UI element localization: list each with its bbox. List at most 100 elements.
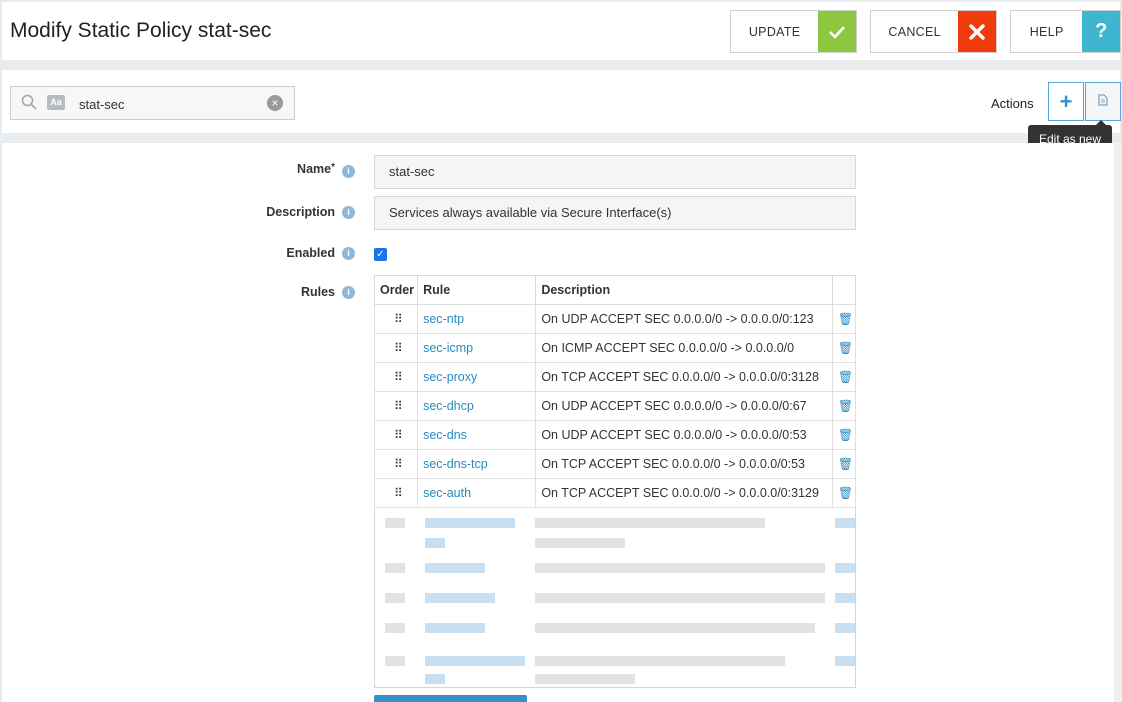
rule-description: On TCP ACCEPT SEC 0.0.0.0/0 -> 0.0.0.0/0… xyxy=(535,449,833,479)
obscured-rows xyxy=(374,508,856,688)
rule-description: On UDP ACCEPT SEC 0.0.0.0/0 -> 0.0.0.0/0… xyxy=(535,391,833,421)
actions-label: Actions xyxy=(991,96,1034,111)
info-icon[interactable]: i xyxy=(342,286,355,299)
enabled-row: Enabled i xyxy=(2,246,362,266)
edit-as-new-button[interactable] xyxy=(1085,82,1121,121)
table-row: ⠿ sec-ntp On UDP ACCEPT SEC 0.0.0.0/0 ->… xyxy=(373,304,857,334)
obscured-block xyxy=(535,623,815,633)
obscured-block xyxy=(535,518,765,528)
obscured-block xyxy=(425,518,515,528)
rule-link[interactable]: sec-dns-tcp xyxy=(423,457,488,471)
name-field[interactable]: stat-sec xyxy=(374,155,856,189)
column-header-rule[interactable]: Rule xyxy=(417,275,537,305)
rule-link[interactable]: sec-auth xyxy=(423,486,471,500)
rule-description: On ICMP ACCEPT SEC 0.0.0.0/0 -> 0.0.0.0/… xyxy=(535,333,833,363)
drag-handle-icon[interactable]: ⠿ xyxy=(394,313,404,325)
rule-description: On TCP ACCEPT SEC 0.0.0.0/0 -> 0.0.0.0/0… xyxy=(535,478,833,508)
rule-link[interactable]: sec-icmp xyxy=(423,341,473,355)
column-header-description[interactable]: Description xyxy=(535,275,833,305)
info-icon[interactable]: i xyxy=(342,247,355,260)
rule-link[interactable]: sec-ntp xyxy=(423,312,464,326)
match-case-toggle[interactable]: Aa xyxy=(47,95,65,110)
obscured-block xyxy=(835,563,855,573)
page-header: Modify Static Policy stat-sec UPDATE CAN… xyxy=(2,2,1121,60)
drag-handle-icon[interactable]: ⠿ xyxy=(394,342,404,354)
table-row: ⠿ sec-dns On UDP ACCEPT SEC 0.0.0.0/0 ->… xyxy=(373,420,857,450)
update-button[interactable]: UPDATE xyxy=(730,10,857,53)
help-button[interactable]: HELP ? xyxy=(1010,10,1121,53)
toolbar: Aa × Actions + xyxy=(2,70,1121,133)
add-button[interactable]: + xyxy=(1048,82,1084,121)
search-box: Aa × xyxy=(10,86,295,120)
name-row: Name* i xyxy=(2,162,362,182)
description-label: Description xyxy=(266,205,335,219)
obscured-block xyxy=(385,593,405,603)
trash-icon[interactable]: 🗑 xyxy=(838,341,853,355)
search-icon xyxy=(21,94,37,110)
obscured-block xyxy=(535,674,635,684)
description-row: Description i xyxy=(2,205,362,225)
rule-description: On UDP ACCEPT SEC 0.0.0.0/0 -> 0.0.0.0/0… xyxy=(535,420,833,450)
drag-handle-icon[interactable]: ⠿ xyxy=(394,487,404,499)
obscured-block xyxy=(835,593,855,603)
trash-icon[interactable]: 🗑 xyxy=(838,312,853,326)
table-row: ⠿ sec-dns-tcp On TCP ACCEPT SEC 0.0.0.0/… xyxy=(373,449,857,479)
enabled-label: Enabled xyxy=(286,246,335,260)
info-icon[interactable]: i xyxy=(342,206,355,219)
cancel-button[interactable]: CANCEL xyxy=(870,10,997,53)
table-row: ⠿ sec-icmp On ICMP ACCEPT SEC 0.0.0.0/0 … xyxy=(373,333,857,363)
enabled-checkbox[interactable]: ✓ xyxy=(374,248,387,261)
drag-handle-icon[interactable]: ⠿ xyxy=(394,400,404,412)
rule-description: On UDP ACCEPT SEC 0.0.0.0/0 -> 0.0.0.0/0… xyxy=(535,304,833,334)
scrollbar[interactable] xyxy=(1114,143,1122,702)
rule-link[interactable]: sec-proxy xyxy=(423,370,477,384)
obscured-block xyxy=(425,656,525,666)
rules-table: Order Rule Description ⠿ sec-ntp On UDP … xyxy=(373,275,857,508)
name-label: Name* xyxy=(2,162,335,176)
rule-link[interactable]: sec-dns xyxy=(423,428,467,442)
info-icon[interactable]: i xyxy=(342,165,355,178)
update-button-label: UPDATE xyxy=(748,24,801,39)
rules-row: Rules i xyxy=(2,285,362,305)
obscured-block xyxy=(385,656,405,666)
cancel-button-label: CANCEL xyxy=(888,24,941,39)
search-input[interactable] xyxy=(73,93,253,115)
help-button-label: HELP xyxy=(1029,24,1064,39)
rules-label: Rules xyxy=(300,285,335,299)
page-title: Modify Static Policy stat-sec xyxy=(10,19,272,42)
table-header-row: Order Rule Description xyxy=(373,275,857,305)
trash-icon[interactable]: 🗑 xyxy=(838,370,853,384)
obscured-block xyxy=(425,674,445,684)
obscured-block xyxy=(425,563,485,573)
column-header-actions xyxy=(831,275,857,305)
obscured-block xyxy=(385,623,405,633)
required-marker: * xyxy=(331,162,335,173)
clear-search-icon[interactable]: × xyxy=(267,95,283,111)
obscured-block xyxy=(385,563,405,573)
trash-icon[interactable]: 🗑 xyxy=(838,428,853,442)
trash-icon[interactable]: 🗑 xyxy=(838,457,853,471)
document-icon xyxy=(1098,94,1108,109)
close-icon xyxy=(958,11,996,52)
column-header-order[interactable]: Order xyxy=(373,275,419,305)
trash-icon[interactable]: 🗑 xyxy=(838,486,853,500)
add-rule-button[interactable] xyxy=(374,695,527,702)
description-field[interactable]: Services always available via Secure Int… xyxy=(374,196,856,230)
table-row: ⠿ sec-auth On TCP ACCEPT SEC 0.0.0.0/0 -… xyxy=(373,478,857,508)
obscured-block xyxy=(425,538,445,548)
drag-handle-icon[interactable]: ⠿ xyxy=(394,429,404,441)
drag-handle-icon[interactable]: ⠿ xyxy=(394,458,404,470)
check-icon xyxy=(818,11,856,52)
obscured-block xyxy=(425,593,495,603)
obscured-block xyxy=(425,623,485,633)
drag-handle-icon[interactable]: ⠿ xyxy=(394,371,404,383)
name-label-text: Name xyxy=(297,162,332,176)
obscured-block xyxy=(535,656,785,666)
obscured-block xyxy=(385,518,405,528)
rule-link[interactable]: sec-dhcp xyxy=(423,399,474,413)
trash-icon[interactable]: 🗑 xyxy=(838,399,853,413)
obscured-block xyxy=(535,593,825,603)
table-row: ⠿ sec-dhcp On UDP ACCEPT SEC 0.0.0.0/0 -… xyxy=(373,391,857,421)
obscured-block xyxy=(835,623,855,633)
obscured-block xyxy=(535,538,625,548)
